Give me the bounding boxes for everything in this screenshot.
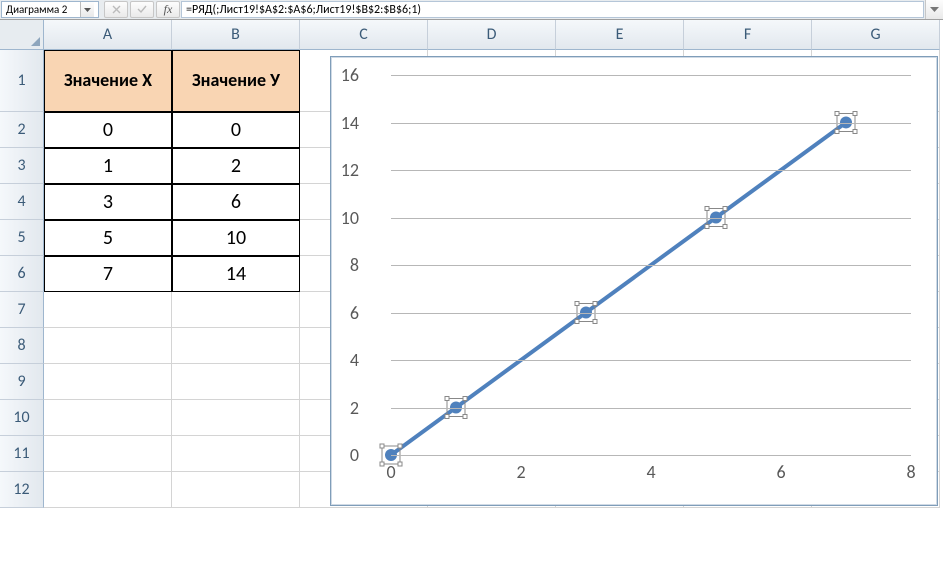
y-tick-label: 14 [331,112,359,134]
row-header-6[interactable]: 6 [0,256,44,292]
cell[interactable] [172,364,300,400]
table-header-x[interactable]: Значение Х [44,50,172,112]
x-tick-label: 2 [516,461,525,483]
row-header-4[interactable]: 4 [0,184,44,220]
cell-B4[interactable]: 6 [172,184,300,220]
accept-formula-button[interactable] [130,1,154,18]
cell-B2[interactable]: 0 [172,112,300,148]
check-icon [137,5,147,14]
y-tick-label: 8 [331,254,359,276]
cell[interactable] [44,328,172,364]
cell[interactable] [172,328,300,364]
x-tick-label: 8 [906,461,915,483]
cell-B3[interactable]: 2 [172,148,300,184]
chart-plot-area[interactable] [391,75,911,455]
y-tick-label: 16 [331,64,359,86]
chart-object[interactable]: 0 2 4 6 8 10 12 14 16 0 2 4 6 8 [330,56,938,506]
y-tick-label: 2 [331,397,359,419]
column-header-B[interactable]: B [172,20,300,50]
y-tick-label: 0 [331,444,359,466]
cell-A4[interactable]: 3 [44,184,172,220]
name-box-value: Диаграмма 2 [6,3,80,16]
formula-text: =РЯД(;Лист19!$A$2:$A$6;Лист19!$B$2:$B$6;… [186,3,421,17]
row-header-11[interactable]: 11 [0,436,44,472]
row-header-1[interactable]: 1 [0,50,44,112]
x-tick-label: 6 [776,461,785,483]
table-header-y[interactable]: Значение У [172,50,300,112]
cell-B5[interactable]: 10 [172,220,300,256]
x-tick-label: 4 [646,461,655,483]
fx-icon: fx [164,2,173,17]
cell[interactable] [172,400,300,436]
row-header-9[interactable]: 9 [0,364,44,400]
cell[interactable] [44,436,172,472]
x-icon [112,5,121,14]
cell[interactable] [44,364,172,400]
select-all-button[interactable] [0,20,44,50]
cell[interactable] [44,292,172,328]
cell[interactable] [44,472,172,508]
chevron-down-icon [84,8,91,12]
expand-formula-bar-button[interactable] [925,0,943,19]
formula-input[interactable]: =РЯД(;Лист19!$A$2:$A$6;Лист19!$B$2:$B$6;… [181,1,924,18]
x-tick-label: 0 [386,461,395,483]
column-header-F[interactable]: F [684,20,812,50]
cell-A5[interactable]: 5 [44,220,172,256]
cell-A2[interactable]: 0 [44,112,172,148]
cell-A3[interactable]: 1 [44,148,172,184]
cell[interactable] [44,400,172,436]
y-tick-label: 12 [331,159,359,181]
column-header-G[interactable]: G [812,20,940,50]
y-tick-label: 4 [331,349,359,371]
name-box[interactable]: Диаграмма 2 [1,1,99,18]
row-header-2[interactable]: 2 [0,112,44,148]
formula-bar: Диаграмма 2 fx =РЯД(;Лист19!$A$2:$A$6;Ли… [0,0,943,20]
row-header-8[interactable]: 8 [0,328,44,364]
column-header-D[interactable]: D [428,20,556,50]
chevron-down-icon [930,7,939,13]
name-box-dropdown[interactable] [80,2,94,17]
cell[interactable] [172,436,300,472]
row-header-12[interactable]: 12 [0,472,44,508]
cancel-formula-button[interactable] [104,1,128,18]
column-header-C[interactable]: C [300,20,428,50]
cell[interactable] [172,292,300,328]
y-tick-label: 6 [331,302,359,324]
cell-B6[interactable]: 14 [172,256,300,292]
column-header-A[interactable]: A [44,20,172,50]
row-header-10[interactable]: 10 [0,400,44,436]
y-tick-label: 10 [331,207,359,229]
insert-function-button[interactable]: fx [156,1,180,18]
row-header-3[interactable]: 3 [0,148,44,184]
row-header-5[interactable]: 5 [0,220,44,256]
cell[interactable] [172,472,300,508]
row-header-7[interactable]: 7 [0,292,44,328]
column-header-E[interactable]: E [556,20,684,50]
cell-A6[interactable]: 7 [44,256,172,292]
